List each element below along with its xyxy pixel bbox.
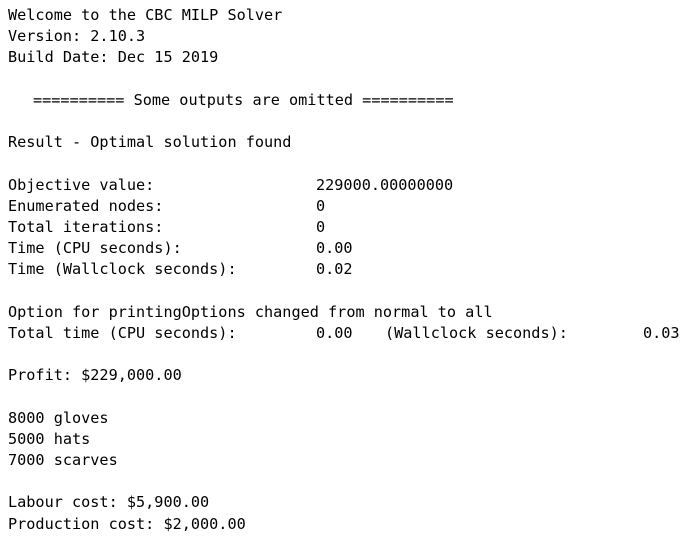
product-line-gloves: 8000 gloves — [8, 408, 109, 427]
stat-label: Enumerated nodes: — [8, 196, 164, 215]
production-cost-line: Production cost: $2,000.00 — [8, 514, 246, 533]
profit-line: Profit: $229,000.00 — [8, 366, 182, 385]
option-change-line: Option for printingOptions changed from … — [8, 302, 493, 321]
stat-row-cpu-time: Time (CPU seconds): 0.00 — [8, 238, 692, 259]
stat-label: Time (Wallclock seconds): — [8, 260, 237, 279]
total-time-label: Total time (CPU seconds): — [8, 323, 237, 342]
console-output: Welcome to the CBC MILP Solver Version: … — [8, 5, 692, 555]
product-line-scarves: 7000 scarves — [8, 450, 118, 469]
labour-cost-line: Labour cost: $5,900.00 — [8, 493, 210, 512]
stat-label: Total iterations: — [8, 217, 164, 236]
build-date-line: Build Date: Dec 15 2019 — [8, 48, 219, 67]
version-line: Version: 2.10.3 — [8, 27, 146, 46]
stat-value: 0.02 — [316, 260, 353, 279]
stat-value: 229000.00000000 — [316, 175, 454, 194]
stat-row-iterations: Total iterations: 0 — [8, 217, 692, 238]
stat-label: Objective value: — [8, 175, 155, 194]
stat-label: Time (CPU seconds): — [8, 239, 182, 258]
stat-row-nodes: Enumerated nodes: 0 — [8, 196, 692, 217]
stat-row-objective: Objective value: 229000.00000000 — [8, 175, 692, 196]
result-line: Result - Optimal solution found — [8, 133, 292, 152]
total-cpu-value: 0.00 — [316, 323, 353, 342]
stat-value: 0 — [316, 217, 326, 236]
stat-value: 0 — [316, 196, 326, 215]
stat-value: 0.00 — [316, 239, 353, 258]
product-line-hats: 5000 hats — [8, 429, 91, 448]
total-wallclock-value: 0.03 — [643, 323, 680, 342]
stat-row-wallclock-time: Time (Wallclock seconds): 0.02 — [8, 259, 692, 280]
omitted-notice: ========== Some outputs are omitted ====… — [33, 90, 454, 109]
total-time-row: Total time (CPU seconds): 0.00 (Wallclock … — [8, 323, 692, 344]
wallclock-label: (Wallclock seconds): — [385, 323, 568, 342]
welcome-line: Welcome to the CBC MILP Solver — [8, 6, 283, 24]
